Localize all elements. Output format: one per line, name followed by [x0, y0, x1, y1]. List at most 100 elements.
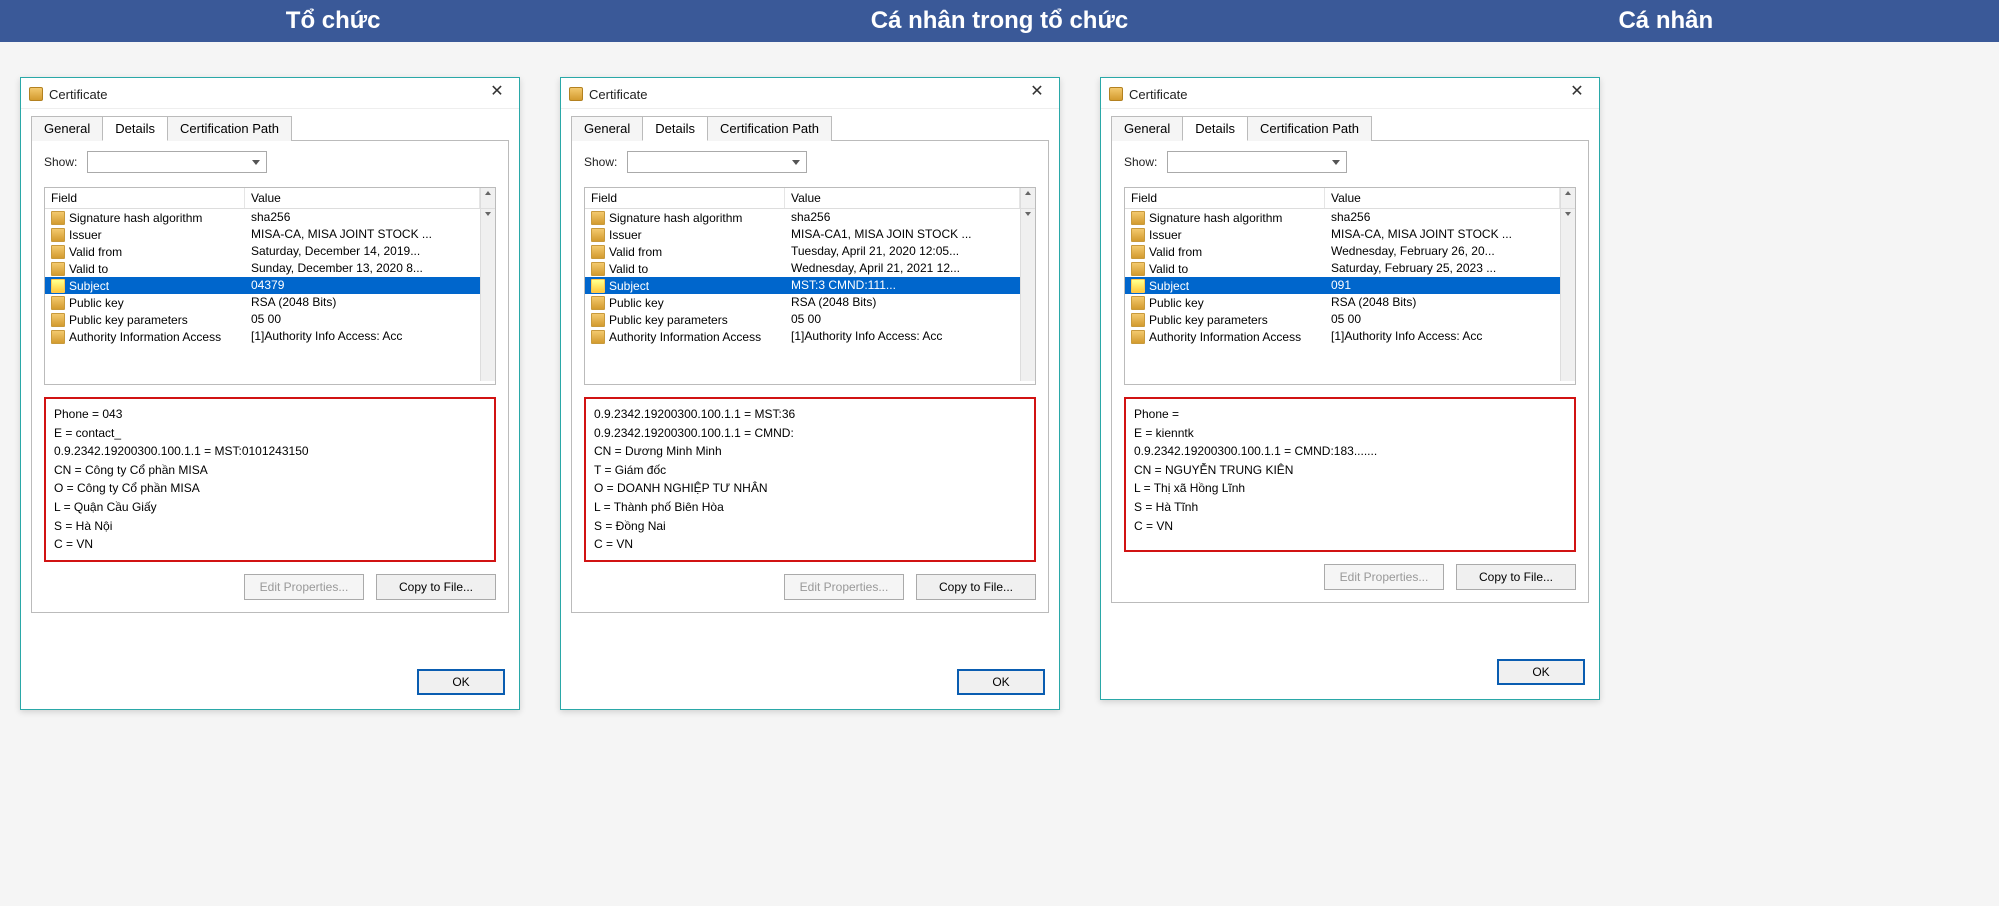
table-row[interactable]: Public key parameters 05 00 — [45, 311, 480, 328]
field-icon — [591, 330, 605, 344]
table-row[interactable]: Public key parameters 05 00 — [1125, 311, 1560, 328]
tab-details[interactable]: Details — [102, 116, 168, 141]
table-row[interactable]: Signature hash algorithm sha256 — [585, 209, 1020, 226]
ok-button[interactable]: OK — [417, 669, 505, 695]
field-icon — [1131, 313, 1145, 327]
tab-certification-path[interactable]: Certification Path — [707, 116, 832, 141]
window-title: Certificate — [49, 87, 108, 102]
table-row[interactable]: Authority Information Access [1]Authorit… — [585, 328, 1020, 345]
tab-strip: GeneralDetailsCertification Path — [1111, 115, 1589, 140]
table-row[interactable]: Public key RSA (2048 Bits) — [1125, 294, 1560, 311]
table-row[interactable]: Public key RSA (2048 Bits) — [45, 294, 480, 311]
table-row[interactable]: Signature hash algorithm sha256 — [45, 209, 480, 226]
column-header-value[interactable]: Value — [1325, 188, 1560, 208]
scrollbar-track[interactable] — [1560, 209, 1575, 381]
table-row[interactable]: Valid from Wednesday, February 26, 20... — [1125, 243, 1560, 260]
titlebar[interactable]: Certificate ✕ — [21, 78, 519, 109]
field-icon — [591, 296, 605, 310]
copy-to-file-button[interactable]: Copy to File... — [1456, 564, 1576, 590]
tab-general[interactable]: General — [571, 116, 643, 141]
column-header-field[interactable]: Field — [45, 188, 245, 208]
field-name: Issuer — [1149, 228, 1182, 242]
table-row[interactable]: Issuer MISA-CA, MISA JOINT STOCK ... — [1125, 226, 1560, 243]
copy-to-file-button[interactable]: Copy to File... — [916, 574, 1036, 600]
column-header-value[interactable]: Value — [785, 188, 1020, 208]
table-row[interactable]: Valid from Tuesday, April 21, 2020 12:05… — [585, 243, 1020, 260]
close-button[interactable]: ✕ — [483, 84, 511, 104]
scroll-down-icon[interactable] — [1025, 212, 1031, 216]
tab-details[interactable]: Details — [1182, 116, 1248, 141]
scrollbar[interactable] — [1020, 188, 1035, 208]
tab-certification-path[interactable]: Certification Path — [1247, 116, 1372, 141]
field-icon — [1131, 262, 1145, 276]
ok-button[interactable]: OK — [957, 669, 1045, 695]
field-icon — [51, 211, 65, 225]
chevron-down-icon — [1332, 160, 1340, 165]
scrollbar-track[interactable] — [480, 209, 495, 381]
tab-general[interactable]: General — [31, 116, 103, 141]
subject-detail-box[interactable]: Phone = E = kienntk 0.9.2342.19200300.10… — [1124, 397, 1576, 552]
field-value: MST:3 CMND:111... — [785, 278, 1020, 293]
field-icon — [51, 245, 65, 259]
table-row[interactable]: Subject 04379 — [45, 277, 480, 294]
field-name: Public key — [609, 296, 664, 310]
table-row[interactable]: Valid from Saturday, December 14, 2019..… — [45, 243, 480, 260]
column-header-value[interactable]: Value — [245, 188, 480, 208]
tab-general[interactable]: General — [1111, 116, 1183, 141]
scroll-up-icon[interactable] — [485, 191, 491, 195]
close-button[interactable]: ✕ — [1563, 84, 1591, 104]
field-name: Signature hash algorithm — [1149, 211, 1282, 225]
scroll-up-icon[interactable] — [1565, 191, 1571, 195]
field-name: Public key — [69, 296, 124, 310]
field-value: MISA-CA, MISA JOINT STOCK ... — [245, 227, 480, 242]
fields-table[interactable]: Field Value Signature hash algorithm sha… — [584, 187, 1036, 385]
panel-button-row: Edit Properties... Copy to File... — [1124, 564, 1576, 590]
table-row[interactable]: Issuer MISA-CA, MISA JOINT STOCK ... — [45, 226, 480, 243]
column-header-field[interactable]: Field — [1125, 188, 1325, 208]
fields-table[interactable]: Field Value Signature hash algorithm sha… — [1124, 187, 1576, 385]
table-header: Field Value — [585, 188, 1035, 209]
show-filter-row: Show: — [1124, 151, 1576, 173]
edit-properties-button: Edit Properties... — [1324, 564, 1444, 590]
show-select[interactable] — [627, 151, 807, 173]
show-select[interactable] — [87, 151, 267, 173]
scrollbar[interactable] — [1560, 188, 1575, 208]
tab-strip: GeneralDetailsCertification Path — [571, 115, 1049, 140]
close-button[interactable]: ✕ — [1023, 84, 1051, 104]
show-select[interactable] — [1167, 151, 1347, 173]
field-value: Tuesday, April 21, 2020 12:05... — [785, 244, 1020, 259]
table-row[interactable]: Signature hash algorithm sha256 — [1125, 209, 1560, 226]
table-row[interactable]: Subject MST:3 CMND:111... — [585, 277, 1020, 294]
table-row[interactable]: Issuer MISA-CA1, MISA JOIN STOCK ... — [585, 226, 1020, 243]
table-row[interactable]: Valid to Wednesday, April 21, 2021 12... — [585, 260, 1020, 277]
table-row[interactable]: Public key RSA (2048 Bits) — [585, 294, 1020, 311]
table-row[interactable]: Public key parameters 05 00 — [585, 311, 1020, 328]
scrollbar[interactable] — [480, 188, 495, 208]
subject-detail-box[interactable]: Phone = 043 E = contact_ 0.9.2342.192003… — [44, 397, 496, 562]
edit-properties-button: Edit Properties... — [784, 574, 904, 600]
fields-table[interactable]: Field Value Signature hash algorithm sha… — [44, 187, 496, 385]
table-row[interactable]: Authority Information Access [1]Authorit… — [1125, 328, 1560, 345]
panel-button-row: Edit Properties... Copy to File... — [584, 574, 1036, 600]
scroll-down-icon[interactable] — [1565, 212, 1571, 216]
ok-button[interactable]: OK — [1497, 659, 1585, 685]
field-name: Signature hash algorithm — [69, 211, 202, 225]
scrollbar-track[interactable] — [1020, 209, 1035, 381]
titlebar[interactable]: Certificate ✕ — [561, 78, 1059, 109]
field-value: MISA-CA1, MISA JOIN STOCK ... — [785, 227, 1020, 242]
scroll-up-icon[interactable] — [1025, 191, 1031, 195]
table-row[interactable]: Subject 091 — [1125, 277, 1560, 294]
field-value: Sunday, December 13, 2020 8... — [245, 261, 480, 276]
table-row[interactable]: Valid to Saturday, February 25, 2023 ... — [1125, 260, 1560, 277]
table-body: Signature hash algorithm sha256 Issuer M… — [585, 209, 1020, 381]
table-row[interactable]: Authority Information Access [1]Authorit… — [45, 328, 480, 345]
tab-details[interactable]: Details — [642, 116, 708, 141]
table-row[interactable]: Valid to Sunday, December 13, 2020 8... — [45, 260, 480, 277]
titlebar[interactable]: Certificate ✕ — [1101, 78, 1599, 109]
tab-certification-path[interactable]: Certification Path — [167, 116, 292, 141]
scroll-down-icon[interactable] — [485, 212, 491, 216]
copy-to-file-button[interactable]: Copy to File... — [376, 574, 496, 600]
column-header-field[interactable]: Field — [585, 188, 785, 208]
dialogs-row: Certificate ✕ GeneralDetailsCertificatio… — [0, 42, 1999, 745]
subject-detail-box[interactable]: 0.9.2342.19200300.100.1.1 = MST:36 0.9.2… — [584, 397, 1036, 562]
